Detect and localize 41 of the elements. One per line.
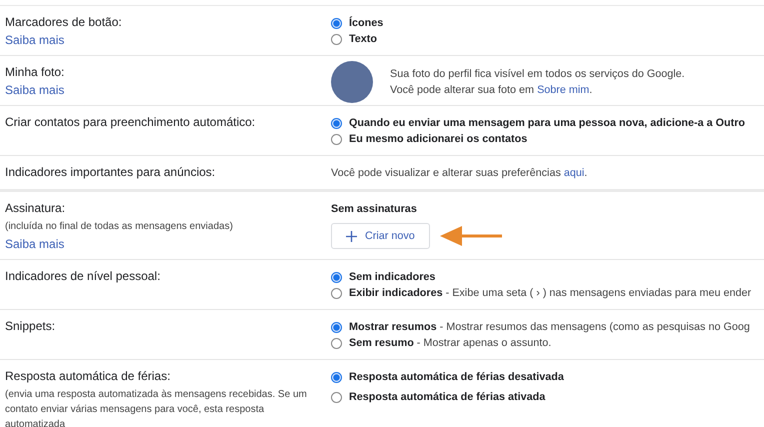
radio-button[interactable]: [331, 392, 342, 402]
avatar-circle: [331, 61, 373, 103]
description-text: Sua foto do perfil fica visível em todos os serviços do Google.: [390, 67, 685, 82]
plus-icon: [346, 230, 357, 242]
radio-button[interactable]: [331, 322, 342, 332]
radio-option[interactable]: Eu mesmo adicionarei os contatos: [331, 131, 764, 147]
learn-more-link[interactable]: Saiba mais: [5, 237, 64, 251]
setting-note: (incluída no final de todas as mensagens enviadas): [5, 220, 234, 234]
radio-option[interactable]: Sem indicadores: [331, 269, 764, 285]
description-text: Você pode visualizar e alterar suas preferências aqui.: [331, 166, 588, 181]
radio-button[interactable]: [331, 134, 342, 144]
create-new-button[interactable]: Criar novo: [331, 223, 430, 249]
setting-label: Snippets:: [5, 319, 56, 334]
radio-button[interactable]: [331, 18, 342, 28]
setting-note: (envia uma resposta automatizada às mensagens recebidas. Se um contato enviar várias mensagens para você, esta resposta automatizada: [5, 388, 308, 427]
radio-option[interactable]: Texto: [331, 31, 764, 47]
link[interactable]: Sobre mim: [537, 84, 590, 96]
radio-button[interactable]: [331, 338, 342, 348]
learn-more-link[interactable]: Saiba mais: [5, 33, 64, 47]
setting-label: Indicadores importantes para anúncios:: [5, 165, 216, 180]
radio-option[interactable]: Ícones: [331, 15, 764, 31]
signature-status: Sem assinaturas: [331, 202, 418, 217]
setting-label: Resposta automática de férias:: [5, 369, 172, 384]
link[interactable]: aqui: [564, 167, 584, 179]
learn-more-link[interactable]: Saiba mais: [5, 83, 64, 97]
radio-option[interactable]: Exibir indicadores - Exibe uma seta ( › ) nas mensagens enviadas para meu ender: [331, 285, 764, 301]
radio-button[interactable]: [331, 372, 342, 382]
description-text: Você pode alterar sua foto em Sobre mim.: [390, 83, 594, 98]
radio-option[interactable]: Quando eu enviar uma mensagem para uma pessoa nova, adicione-a a Outro: [331, 115, 764, 131]
setting-label: Criar contatos para preenchimento automático:: [5, 115, 256, 130]
radio-option[interactable]: Sem resumo - Mostrar apenas o assunto.: [331, 335, 764, 351]
setting-label: Minha foto:: [5, 65, 66, 80]
radio-button[interactable]: [331, 288, 342, 298]
radio-button[interactable]: [331, 118, 342, 128]
setting-label: Indicadores de nível pessoal:: [5, 269, 162, 284]
setting-label: Marcadores de botão:: [5, 15, 123, 30]
setting-label: Assinatura:: [5, 201, 66, 216]
radio-button[interactable]: [331, 272, 342, 282]
radio-option[interactable]: Mostrar resumos - Mostrar resumos das mensagens (como as pesquisas no Goog: [331, 319, 764, 335]
radio-button[interactable]: [331, 34, 342, 44]
arrow-drawing: [440, 225, 502, 247]
